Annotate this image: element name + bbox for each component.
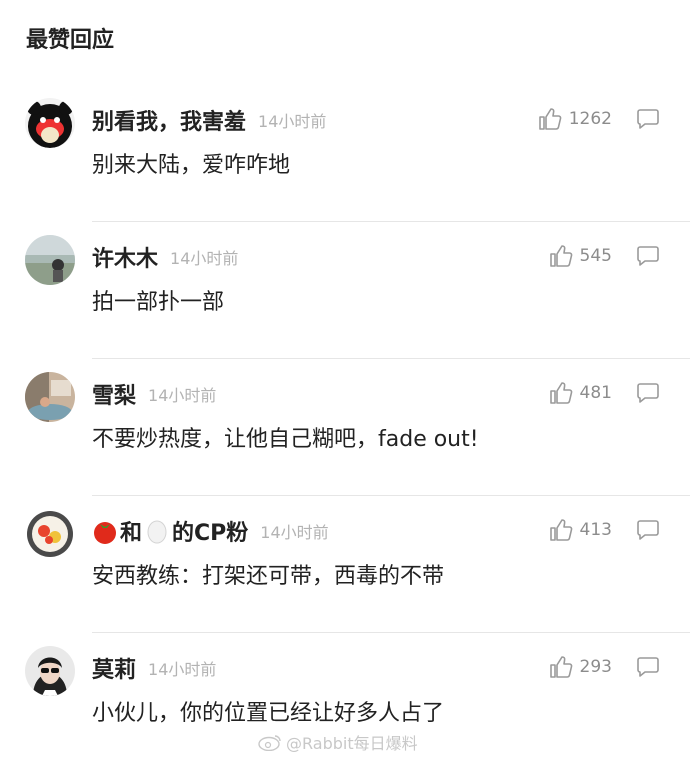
reply-icon[interactable] [636, 519, 660, 541]
weibo-logo-icon [258, 735, 281, 751]
comment-item: 别看我，我害羞 14小时前 别来大陆，爱咋咋地 1262 [0, 85, 690, 222]
like-count: 1262 [568, 109, 612, 129]
avatar[interactable] [25, 98, 75, 148]
reply-icon[interactable] [636, 108, 660, 130]
username[interactable]: 许木木 [92, 241, 158, 273]
comment-text: 小伙儿，你的位置已经让好多人占了 [92, 701, 445, 726]
like-count: 545 [579, 246, 612, 266]
section-title: 最赞回应 [26, 28, 115, 53]
thumbs-up-icon[interactable] [549, 244, 573, 268]
username[interactable]: 别看我，我害羞 [92, 104, 246, 136]
timestamp: 14小时前 [258, 112, 327, 131]
username[interactable]: 和 的CP粉 [92, 515, 248, 547]
timestamp: 14小时前 [148, 386, 217, 405]
thumbs-up-icon[interactable] [549, 655, 573, 679]
thumbs-up-icon[interactable] [549, 381, 573, 405]
avatar[interactable] [25, 646, 75, 696]
like-count: 413 [579, 520, 612, 540]
like-count: 481 [579, 383, 612, 403]
avatar[interactable] [25, 509, 75, 559]
thumbs-up-icon[interactable] [538, 107, 562, 131]
reply-icon[interactable] [636, 382, 660, 404]
comment-item: 雪梨 14小时前 不要炒热度，让他自己糊吧，fade out! 481 [0, 359, 690, 496]
reply-icon[interactable] [636, 245, 660, 267]
username[interactable]: 莫莉 [92, 652, 136, 684]
timestamp: 14小时前 [148, 660, 217, 679]
watermark-text: @Rabbit每日爆料 [286, 734, 418, 753]
comment-text: 拍一部扑一部 [92, 290, 225, 315]
username[interactable]: 雪梨 [92, 378, 136, 410]
timestamp: 14小时前 [170, 249, 239, 268]
tomato-emoji [92, 518, 118, 544]
avatar[interactable] [25, 235, 75, 285]
reply-icon[interactable] [636, 656, 660, 678]
avatar[interactable] [25, 372, 75, 422]
username-suffix: 的CP粉 [172, 521, 249, 546]
comment-item: 和 的CP粉 14小时前 安西教练：打架还可带，西毒的不带 413 [0, 496, 690, 633]
watermark: @Rabbit每日爆料 [258, 730, 418, 754]
egg-emoji [144, 518, 170, 544]
comment-text: 不要炒热度，让他自己糊吧，fade out! [92, 427, 479, 452]
timestamp: 14小时前 [260, 523, 329, 542]
username-joiner: 和 [120, 521, 143, 546]
thumbs-up-icon[interactable] [549, 518, 573, 542]
like-count: 293 [579, 657, 612, 677]
comment-text: 别来大陆，爱咋咋地 [92, 153, 291, 178]
comment-item: 许木木 14小时前 拍一部扑一部 545 [0, 222, 690, 359]
comment-text: 安西教练：打架还可带，西毒的不带 [92, 564, 445, 589]
